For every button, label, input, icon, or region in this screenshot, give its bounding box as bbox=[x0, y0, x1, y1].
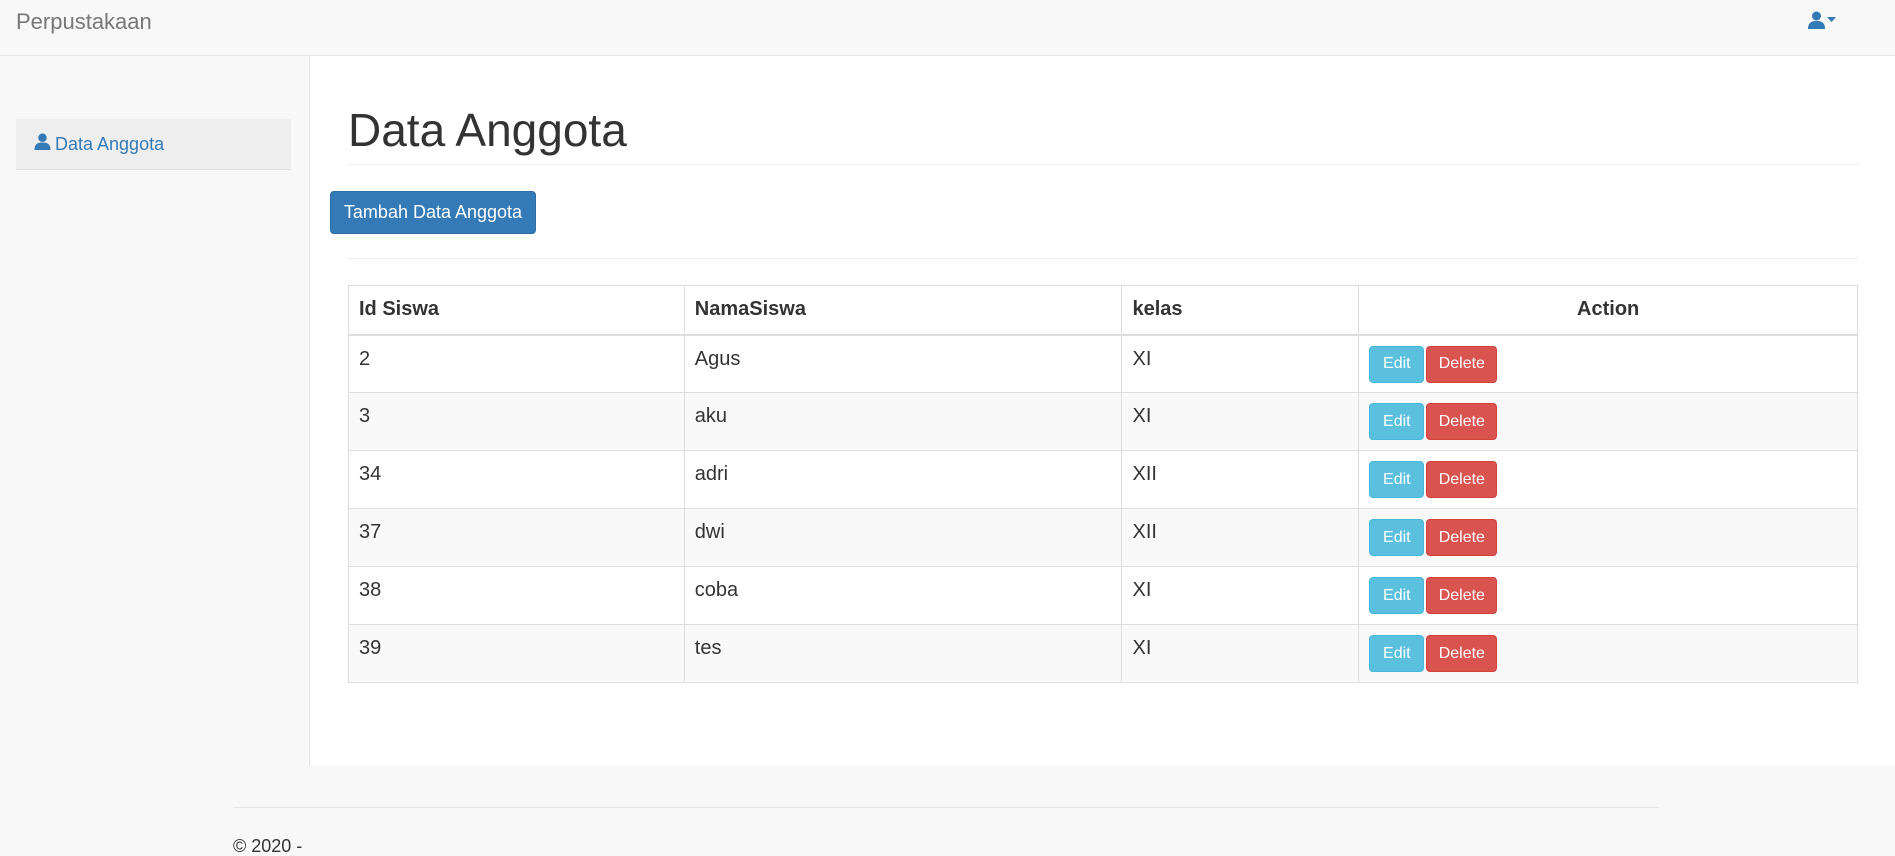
table-row: 3 aku XI Edit Delete bbox=[348, 392, 1858, 451]
table-row: 38 coba XI Edit Delete bbox=[348, 566, 1858, 625]
table-row: 39 tes XI Edit Delete bbox=[348, 624, 1858, 683]
cell-id: 37 bbox=[348, 508, 685, 567]
cell-id: 34 bbox=[348, 450, 685, 509]
top-navbar: Perpustakaan bbox=[0, 0, 1895, 56]
edit-button[interactable]: Edit bbox=[1369, 635, 1425, 672]
user-icon bbox=[34, 133, 55, 155]
cell-action: Edit Delete bbox=[1358, 624, 1858, 683]
column-header-kelas: kelas bbox=[1121, 285, 1360, 336]
column-header-id: Id Siswa bbox=[348, 285, 685, 336]
cell-action: Edit Delete bbox=[1358, 566, 1858, 625]
cell-kelas: XI bbox=[1121, 624, 1360, 683]
edit-button[interactable]: Edit bbox=[1369, 461, 1425, 498]
cell-id: 38 bbox=[348, 566, 685, 625]
footer-divider bbox=[233, 807, 1658, 808]
cell-nama: adri bbox=[683, 450, 1123, 509]
table-header-row: Id Siswa NamaSiswa kelas Action bbox=[348, 285, 1858, 336]
cell-nama: coba bbox=[683, 566, 1123, 625]
cell-nama: Agus bbox=[683, 334, 1123, 393]
edit-button[interactable]: Edit bbox=[1369, 345, 1425, 383]
main-content: Data Anggota Tambah Data Anggota Id Sisw… bbox=[311, 56, 1895, 766]
table-row: 37 dwi XII Edit Delete bbox=[348, 508, 1858, 567]
user-icon bbox=[1808, 11, 1825, 29]
caret-down-icon bbox=[1827, 17, 1836, 23]
page-title: Data Anggota bbox=[348, 104, 627, 156]
footer-copyright: © 2020 - bbox=[233, 836, 303, 856]
title-divider bbox=[348, 164, 1858, 165]
edit-button[interactable]: Edit bbox=[1369, 577, 1425, 614]
delete-button[interactable]: Delete bbox=[1426, 577, 1498, 614]
column-header-action: Action bbox=[1358, 285, 1858, 336]
delete-button[interactable]: Delete bbox=[1426, 345, 1498, 383]
sidebar: Data Anggota bbox=[0, 56, 310, 766]
section-divider bbox=[348, 258, 1858, 259]
delete-button[interactable]: Delete bbox=[1426, 461, 1498, 498]
cell-action: Edit Delete bbox=[1358, 508, 1858, 567]
navbar-brand[interactable]: Perpustakaan bbox=[16, 9, 152, 35]
members-table: Id Siswa NamaSiswa kelas Action 2 Agus X… bbox=[348, 285, 1858, 683]
cell-kelas: XI bbox=[1121, 334, 1360, 393]
add-member-button[interactable]: Tambah Data Anggota bbox=[330, 191, 536, 234]
delete-button[interactable]: Delete bbox=[1426, 403, 1498, 440]
cell-action: Edit Delete bbox=[1358, 450, 1858, 509]
edit-button[interactable]: Edit bbox=[1369, 519, 1425, 556]
sidebar-item-data-anggota[interactable]: Data Anggota bbox=[16, 119, 291, 170]
cell-id: 2 bbox=[348, 334, 685, 393]
column-header-nama: NamaSiswa bbox=[683, 285, 1123, 336]
cell-action: Edit Delete bbox=[1358, 392, 1858, 451]
edit-button[interactable]: Edit bbox=[1369, 403, 1425, 440]
cell-kelas: XI bbox=[1121, 566, 1360, 625]
cell-nama: tes bbox=[683, 624, 1123, 683]
cell-kelas: XII bbox=[1121, 508, 1360, 567]
delete-button[interactable]: Delete bbox=[1426, 635, 1498, 672]
sidebar-item-label: Data Anggota bbox=[55, 133, 165, 154]
table-row: 34 adri XII Edit Delete bbox=[348, 450, 1858, 509]
cell-nama: aku bbox=[683, 392, 1123, 451]
cell-id: 39 bbox=[348, 624, 685, 683]
cell-action: Edit Delete bbox=[1358, 334, 1858, 393]
table-row: 2 Agus XI Edit Delete bbox=[348, 334, 1858, 393]
cell-id: 3 bbox=[348, 392, 685, 451]
cell-nama: dwi bbox=[683, 508, 1123, 567]
user-menu-dropdown[interactable] bbox=[1808, 9, 1836, 31]
cell-kelas: XII bbox=[1121, 450, 1360, 509]
cell-kelas: XI bbox=[1121, 392, 1360, 451]
delete-button[interactable]: Delete bbox=[1426, 519, 1498, 556]
